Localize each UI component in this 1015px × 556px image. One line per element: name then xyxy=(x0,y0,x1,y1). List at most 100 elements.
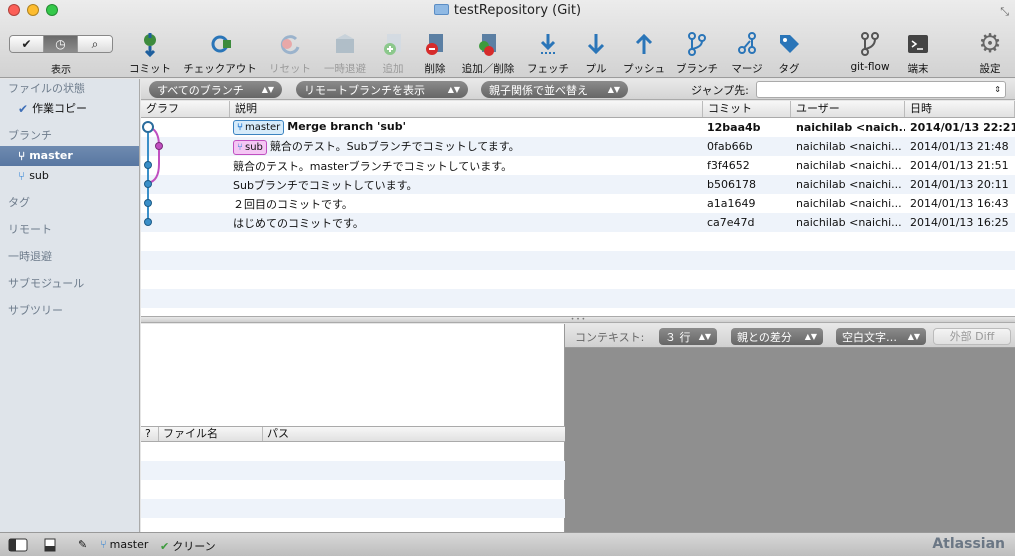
sourcetree-window: testRepository (Git) ⤡ ✔ ◷ ⌕ 表示 コミット チェッ… xyxy=(0,0,1015,556)
status-bar: ✎ ⑂ master ✔ クリーン Atlassian xyxy=(0,532,1015,556)
jump-to-select[interactable]: ⇕ xyxy=(756,81,1006,98)
file-list-row xyxy=(141,499,565,518)
git-flow-icon xyxy=(855,30,885,58)
terminal-button[interactable]: 端末 xyxy=(890,30,946,76)
checkout-button[interactable]: チェックアウト xyxy=(183,30,257,76)
whitespace-select[interactable]: 空白文字… ▲▼ xyxy=(836,328,926,345)
file-list-header: ? ファイル名 パス xyxy=(141,426,565,442)
commit-icon xyxy=(135,30,165,58)
current-branch-indicator: ⑂ master xyxy=(100,538,149,551)
settings-icon: ⚙ xyxy=(978,29,1002,59)
updown-arrow-icon: ▲▼ xyxy=(907,332,920,341)
file-list-row xyxy=(141,461,565,480)
add-icon xyxy=(378,30,408,58)
folder-icon xyxy=(433,4,449,15)
commit-graph xyxy=(142,121,163,226)
commit-node xyxy=(144,180,152,188)
branch-tag-master[interactable]: ⑂ master xyxy=(233,120,285,135)
table-row-empty xyxy=(141,270,1015,289)
window-title: testRepository (Git) xyxy=(0,3,1015,18)
table-row-empty xyxy=(141,232,1015,251)
tag-button[interactable]: タグ xyxy=(761,30,817,76)
toggle-bottom-pane-button[interactable] xyxy=(44,538,56,552)
sort-order-select[interactable]: 親子関係で並べ替え ▲▼ xyxy=(481,81,628,98)
updown-arrow-icon: ▲▼ xyxy=(607,85,620,94)
remove-button[interactable]: 削除 xyxy=(407,30,463,76)
stash-icon xyxy=(330,30,360,58)
branch-icon: ⑂ xyxy=(18,169,26,183)
add-remove-button[interactable]: 追加／削除 xyxy=(460,30,516,76)
sidebar-item-branch-sub[interactable]: ⑂ sub xyxy=(0,166,139,186)
remote-branch-select[interactable]: リモートブランチを表示 ▲▼ xyxy=(296,81,468,98)
column-header-description[interactable]: 説明 xyxy=(230,101,703,117)
view-search-button[interactable]: ⌕ xyxy=(78,36,112,52)
commit-node xyxy=(142,121,154,133)
commit-table-header: グラフ 説明 コミット ユーザー 日時 xyxy=(141,101,1015,118)
updown-arrow-icon: ▲▼ xyxy=(447,85,460,94)
table-row[interactable]: ２回目のコミットです。 a1a1649 naichilab <naichi...… xyxy=(141,194,1015,213)
repo-state-indicator: ✔ クリーン xyxy=(160,539,216,554)
atlassian-logo: Atlassian xyxy=(932,536,1005,552)
sidebar-header-remotes[interactable]: リモート xyxy=(0,220,139,240)
branch-icon: ⑂ xyxy=(18,149,26,163)
sidebar-header-subtrees[interactable]: サブツリー xyxy=(0,301,139,321)
commit-node xyxy=(144,199,152,207)
checkout-icon xyxy=(205,30,235,58)
check-circle-icon: ✔ xyxy=(18,102,29,116)
branch-icon xyxy=(682,30,712,58)
sidebar-item-branch-master[interactable]: ⑂ master xyxy=(0,146,139,166)
external-diff-button[interactable]: 外部 Diff xyxy=(933,328,1011,345)
column-header-graph[interactable]: グラフ xyxy=(141,101,230,117)
table-row[interactable]: 競合のテスト。masterブランチでコミットしています。 f3f4652 nai… xyxy=(141,156,1015,175)
fetch-icon xyxy=(533,30,563,58)
commit-button[interactable]: コミット xyxy=(122,30,178,76)
table-row[interactable]: ⑂ sub 競合のテスト。Subブランチでコミットしてます。 0fab66b nai… xyxy=(141,137,1015,156)
context-lines-select[interactable]: ３ 行 ▲▼ xyxy=(659,328,717,345)
pull-icon xyxy=(581,30,611,58)
table-row[interactable]: はじめてのコミットです。 ca7e47d naichilab <naichi..… xyxy=(141,213,1015,232)
filter-bar: すべてのブランチ ▲▼ リモートブランチを表示 ▲▼ 親子関係で並べ替え ▲▼ ジャン… xyxy=(141,79,1015,100)
sidebar-header-submodules[interactable]: サブモジュール xyxy=(0,274,139,294)
push-button[interactable]: プッシュ xyxy=(616,30,672,76)
add-remove-icon xyxy=(473,30,503,58)
column-header-status[interactable]: ? xyxy=(141,427,159,441)
toggle-sidebar-button[interactable] xyxy=(8,538,28,552)
view-commit-button[interactable]: ✔ xyxy=(10,36,44,52)
merge-icon xyxy=(732,30,762,58)
reset-icon xyxy=(275,30,305,58)
sidebar-header-stashes[interactable]: 一時退避 xyxy=(0,247,139,267)
column-header-date[interactable]: 日時 xyxy=(905,101,1015,117)
sidebar-item-working-copy[interactable]: ✔ 作業コピー xyxy=(0,99,139,119)
sidebar-header-file-status[interactable]: ファイルの状態 xyxy=(0,79,139,99)
table-row-empty xyxy=(141,289,1015,308)
push-icon xyxy=(629,30,659,58)
fullscreen-icon[interactable]: ⤡ xyxy=(1000,5,1009,19)
column-header-path[interactable]: パス xyxy=(263,427,548,441)
table-row[interactable]: Subブランチでコミットしています。 b506178 naichilab <na… xyxy=(141,175,1015,194)
table-row-empty xyxy=(141,251,1015,270)
diff-mode-select[interactable]: 親との差分 ▲▼ xyxy=(731,328,823,345)
table-row[interactable]: ⑂ master Merge branch 'sub' 12baa4b naichi… xyxy=(141,118,1015,137)
column-header-user[interactable]: ユーザー xyxy=(791,101,905,117)
sidebar-header-branches[interactable]: ブランチ xyxy=(0,126,139,146)
check-circle-icon: ✔ xyxy=(160,539,170,553)
column-header-commit[interactable]: コミット xyxy=(703,101,791,117)
commit-node xyxy=(144,218,152,226)
view-label: 表示 xyxy=(51,65,71,76)
updown-arrow-icon: ▲▼ xyxy=(261,85,274,94)
branch-tag-sub[interactable]: ⑂ sub xyxy=(233,140,267,155)
pane-splitter[interactable]: • • • xyxy=(141,316,1015,323)
updown-arrow-icon: ▲▼ xyxy=(698,332,711,341)
branch-filter-select[interactable]: すべてのブランチ ▲▼ xyxy=(149,81,282,98)
branch-button[interactable]: ブランチ xyxy=(669,30,725,76)
edit-icon[interactable]: ✎ xyxy=(78,538,87,551)
settings-button[interactable]: ⚙ 設定 xyxy=(962,29,1015,76)
terminal-icon xyxy=(903,30,933,58)
commit-node xyxy=(144,161,152,169)
sidebar-header-tags[interactable]: タグ xyxy=(0,193,139,213)
view-log-button[interactable]: ◷ xyxy=(44,36,78,52)
updown-arrow-icon: ▲▼ xyxy=(804,332,817,341)
column-header-filename[interactable]: ファイル名 xyxy=(159,427,263,441)
reset-button[interactable]: リセット xyxy=(262,30,318,76)
context-label: コンテキスト: xyxy=(575,331,645,344)
